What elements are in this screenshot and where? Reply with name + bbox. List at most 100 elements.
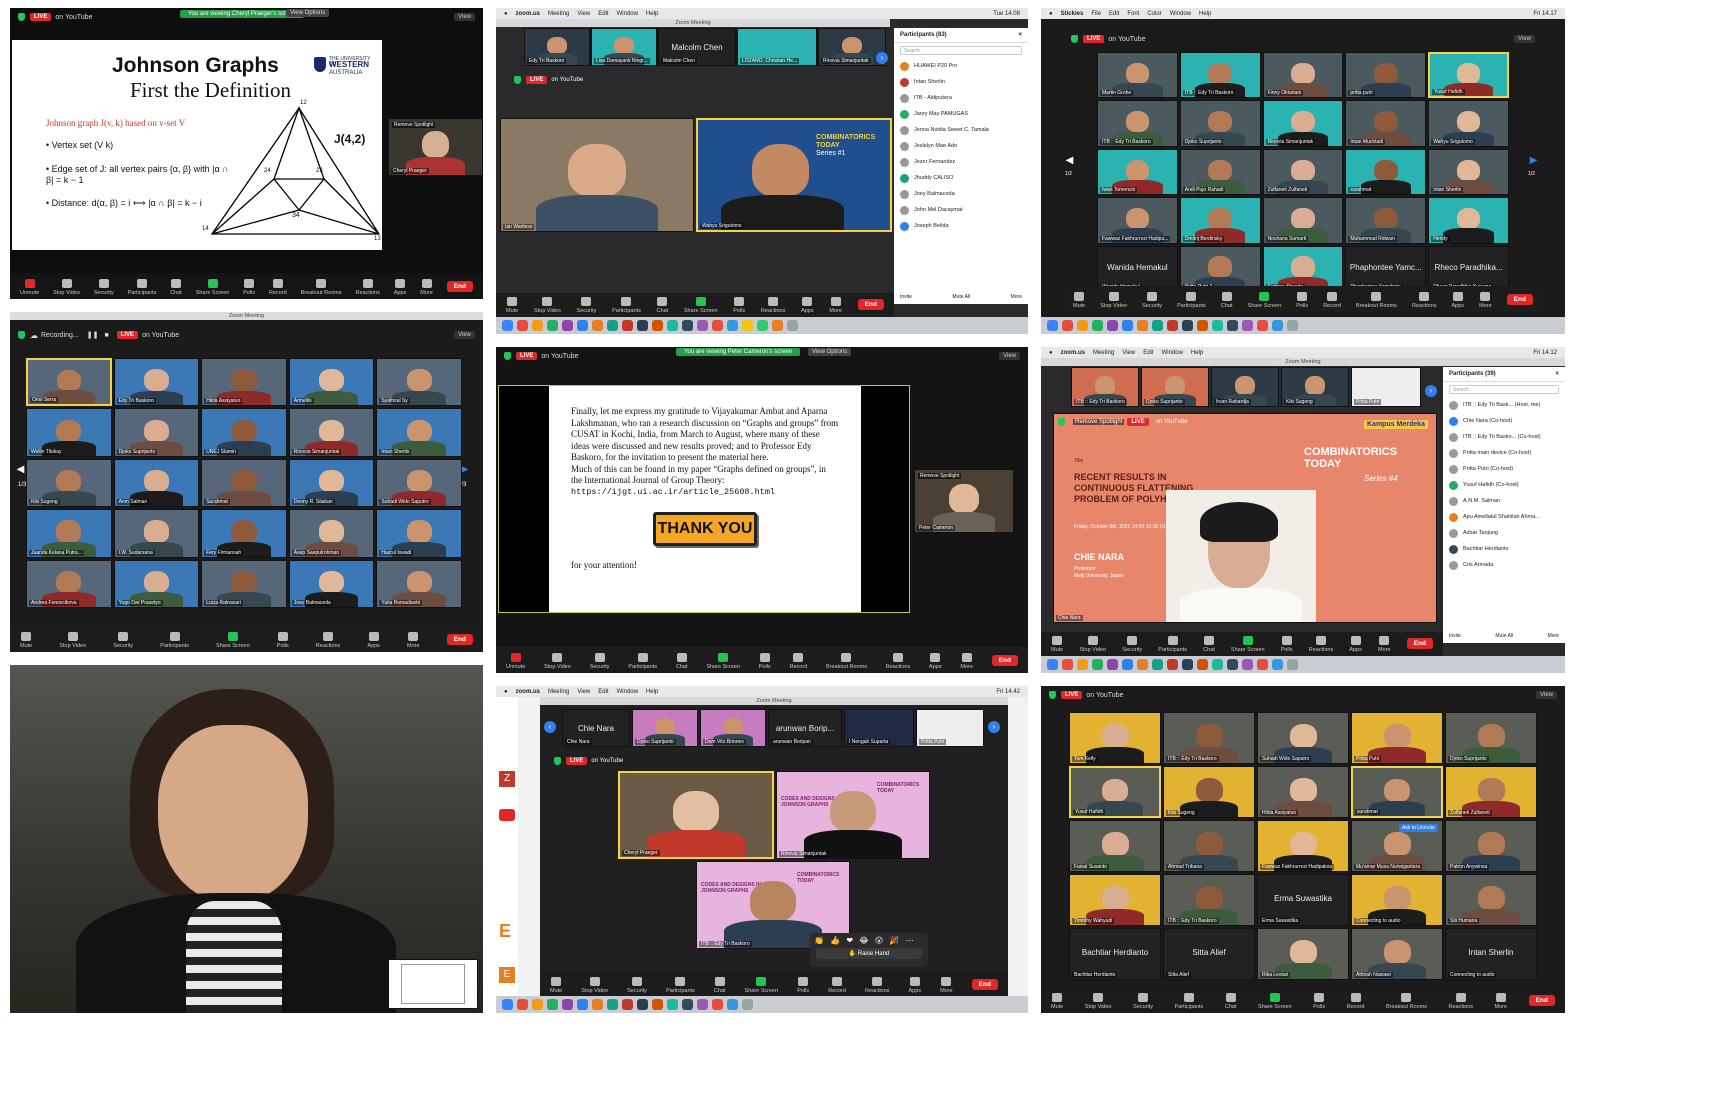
app-icon[interactable] [1197,320,1208,331]
app-icon[interactable] [697,320,708,331]
toolbar-share-screen[interactable]: Share Screen [1231,636,1265,653]
app-icon[interactable] [532,999,543,1010]
participant-row[interactable]: ITB :: Edy Tri Basko... (Co-host) [1443,429,1565,445]
gallery-tile[interactable]: Anm Salman [113,458,200,508]
toolbar-polls[interactable]: Polls [759,653,771,670]
gallery-tile[interactable]: Denny R. Silaban [288,458,375,508]
strip-tile[interactable]: Lisa Damayanti Ningr... [591,28,657,66]
menu-help[interactable]: Help [646,689,658,695]
speaker-tile[interactable]: Remove Spotlight Cheryl Praeger [388,118,483,176]
participants-search[interactable]: Search [900,46,1022,55]
live-badge[interactable]: LIVE [116,331,139,339]
doc-url[interactable]: https://ijgt.ui.ac.ir/article_25608.html [571,487,839,499]
finder-icon[interactable] [502,999,513,1010]
toolbar-polls[interactable]: Polls [1313,993,1325,1010]
toolbar-breakout[interactable]: Breakout Rooms [1386,993,1427,1010]
app-icon[interactable] [1227,320,1238,331]
toolbar-record[interactable]: Record [1347,993,1364,1010]
toolbar-chat[interactable]: Chat [1225,993,1236,1010]
on-youtube-label[interactable]: on YouTube [1086,692,1123,699]
view-options-button[interactable]: View Options [286,9,330,17]
participant-row[interactable]: Jezer Fernandez [894,154,1028,170]
gallery-tile[interactable]: Yusuf Hafidh [1069,766,1161,818]
gallery-tile[interactable]: Fawwaz Fakhrurrozi Hadipu... [1097,197,1178,244]
invite-button[interactable]: Invite [900,294,912,300]
strip-tile[interactable]: I Nengah Suparta [844,709,914,747]
app-icon[interactable] [712,320,723,331]
finder-icon[interactable] [502,320,513,331]
gallery-tile[interactable]: Joey Balmaceda [288,559,375,608]
toolbar-reactions[interactable]: Reactions [1309,636,1333,653]
live-badge[interactable]: LIVE [1127,418,1149,426]
live-badge[interactable]: LIVE [516,352,538,360]
toolbar-chat[interactable]: Chat [170,279,182,296]
app-icon[interactable] [1152,320,1163,331]
toolbar-polls[interactable]: Polls [277,632,289,649]
menu-meeting[interactable]: Meeting [548,689,569,695]
app-icon[interactable] [682,999,693,1010]
ask-to-unmute-tooltip[interactable]: Ask to Unmute [1399,824,1438,832]
participant-row[interactable]: Intan Sherlin [894,74,1028,90]
gallery-tile[interactable]: Armellis [288,358,375,407]
app-icon[interactable] [517,999,528,1010]
gallery-tile[interactable]: I.W. Sudarsana [113,509,200,558]
strip-tile[interactable]: Irvan Rahardja [1211,367,1279,407]
toolbar-security[interactable]: Security [627,977,647,994]
participant-row[interactable]: ITB :: Edy Tri Bask... (Host, me) [1443,397,1565,413]
gallery-tile[interactable]: Sitta Alief Sitta Alief [1163,928,1255,980]
gallery-tile[interactable]: Djoko Suprijanto [1179,100,1261,147]
app-icon[interactable] [1107,320,1118,331]
toolbar-breakout[interactable]: Breakout Rooms [1356,292,1397,309]
end-button[interactable]: End [1506,294,1533,305]
on-youtube-label[interactable]: on YouTube [551,77,583,83]
app-icon[interactable] [547,999,558,1010]
app-icon[interactable] [622,999,633,1010]
toolbar-unmute[interactable]: Unmute [20,279,39,296]
more-button[interactable]: More [1011,294,1022,300]
gallery-tile[interactable]: Hendy [1428,197,1509,244]
app-icon[interactable] [1137,320,1148,331]
on-youtube-label[interactable]: on YouTube [55,14,92,21]
app-icon[interactable] [1152,659,1163,670]
menu-edit[interactable]: Edit [598,689,608,695]
gallery-tile[interactable]: Hazrul Iswadi [376,509,462,558]
gallery-tile[interactable]: Suhadi Wido Saputro [376,458,462,508]
app-icon[interactable] [667,999,678,1010]
menu-view[interactable]: View [1122,350,1135,356]
view-button[interactable]: View [1514,35,1535,43]
gallery-tile[interactable]: Intan Sherlin [376,408,462,457]
toolbar-reactions[interactable]: Reactions [761,297,785,314]
toolbar-polls[interactable]: Polls [797,977,809,994]
prev-page-icon[interactable]: ‹ [544,721,556,733]
toolbar-participants[interactable]: Participants [1158,636,1187,653]
app-icon[interactable] [532,320,543,331]
menu-view[interactable]: View [577,689,590,695]
toolbar-more[interactable]: More [829,297,842,314]
toolbar-reactions[interactable]: Reactions [1448,993,1473,1010]
gallery-tile[interactable]: Surahmat [201,458,287,508]
gallery-tile[interactable]: Erma Suwastika Erma Suwastika [1257,874,1349,926]
gallery-tile[interactable]: ITB :: Edy Tri Baskoro [1097,100,1178,147]
toolbar-mute[interactable]: Mute [550,977,562,994]
toolbar-share-screen[interactable]: Share Screen [1248,292,1281,309]
toolbar-security[interactable]: Security [113,632,133,649]
emoji-row[interactable]: 👏 👍 ❤ 😂 😮 🎉 ⋯ [810,933,928,948]
gallery-tile[interactable]: Pritta Putri [1351,712,1443,764]
menu-edit[interactable]: Edit [1109,11,1119,17]
menu-color[interactable]: Color [1147,11,1161,17]
toolbar-polls[interactable]: Polls [733,297,745,314]
app-icon[interactable] [1242,320,1253,331]
strip-tile[interactable]: Djoko Suprijanto [1141,367,1209,407]
menu-view[interactable]: View [577,11,590,17]
live-badge[interactable]: LIVE [526,76,548,84]
menu-app[interactable]: Stickies [1061,11,1084,17]
gallery-tile[interactable]: ITB :: Edy Tri Baskoro [1179,52,1261,99]
participant-row[interactable]: A.N.M. Salman [1443,493,1565,509]
app-icon[interactable] [1062,659,1073,670]
toolbar-stop-video[interactable]: Stop Video [59,632,86,649]
prev-page-icon[interactable]: ◀ [16,462,25,478]
on-youtube-label[interactable]: on YouTube [1108,36,1145,43]
gallery-tile[interactable]: Hilda Assiyatun [1257,766,1349,818]
toolbar-reactions[interactable]: Reactions [355,279,380,296]
live-badge[interactable]: LIVE [30,13,52,21]
